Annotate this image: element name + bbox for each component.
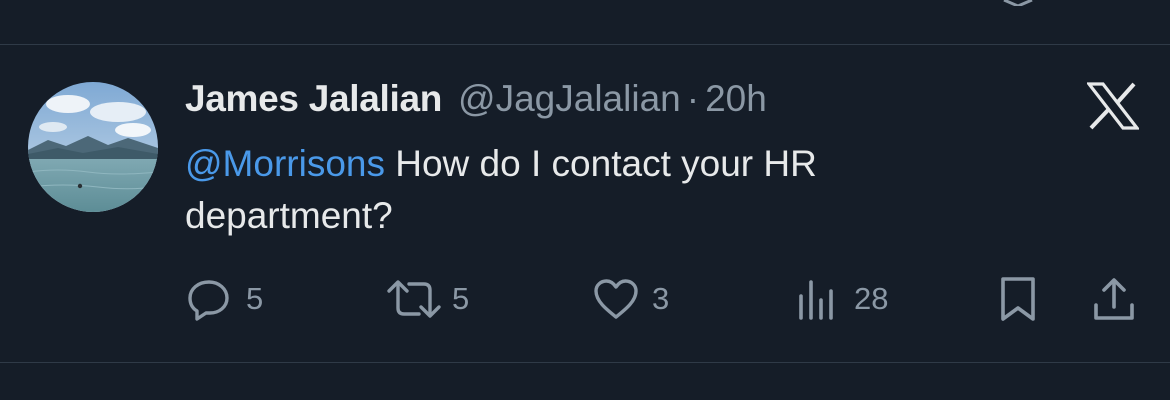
bookmark-icon: [1001, 277, 1035, 321]
tweet-page: James Jalalian @JagJalalian · 20h @Morri…: [0, 0, 1170, 400]
share-button[interactable]: [1092, 274, 1136, 324]
tweet-timestamp[interactable]: 20h: [705, 78, 767, 120]
reply-button[interactable]: 5: [186, 274, 263, 324]
share-icon: [1094, 278, 1134, 320]
like-count: 3: [652, 281, 670, 316]
bottom-divider: [0, 362, 1170, 363]
separator-dot: ·: [686, 78, 700, 119]
author-handle[interactable]: @JagJalalian: [458, 78, 681, 120]
mention-link[interactable]: @Morrisons: [185, 143, 385, 184]
landscape-lake-avatar: [28, 82, 158, 212]
views-button[interactable]: 28: [796, 274, 888, 324]
heart-icon: [594, 279, 638, 319]
repost-icon: [387, 280, 441, 318]
author-avatar[interactable]: [28, 82, 158, 212]
bookmark-button[interactable]: [997, 274, 1039, 324]
reply-count: 5: [246, 281, 264, 316]
top-divider: [0, 44, 1170, 45]
repost-button[interactable]: 5: [386, 274, 469, 324]
tweet-header: James Jalalian @JagJalalian · 20h: [185, 78, 767, 128]
view-count: 28: [854, 281, 889, 316]
like-button[interactable]: 3: [592, 274, 669, 324]
tweet-actions: 5 5 3 28: [0, 274, 1170, 324]
tweet-text: @Morrisons How do I contact your HR depa…: [185, 138, 1005, 242]
previous-tweet-action-icon[interactable]: [1000, 0, 1036, 6]
views-chart-icon: [799, 280, 833, 320]
author-name[interactable]: James Jalalian: [185, 78, 442, 120]
x-logo-icon: [1087, 82, 1139, 130]
reply-icon: [188, 280, 229, 321]
repost-count: 5: [452, 281, 470, 316]
